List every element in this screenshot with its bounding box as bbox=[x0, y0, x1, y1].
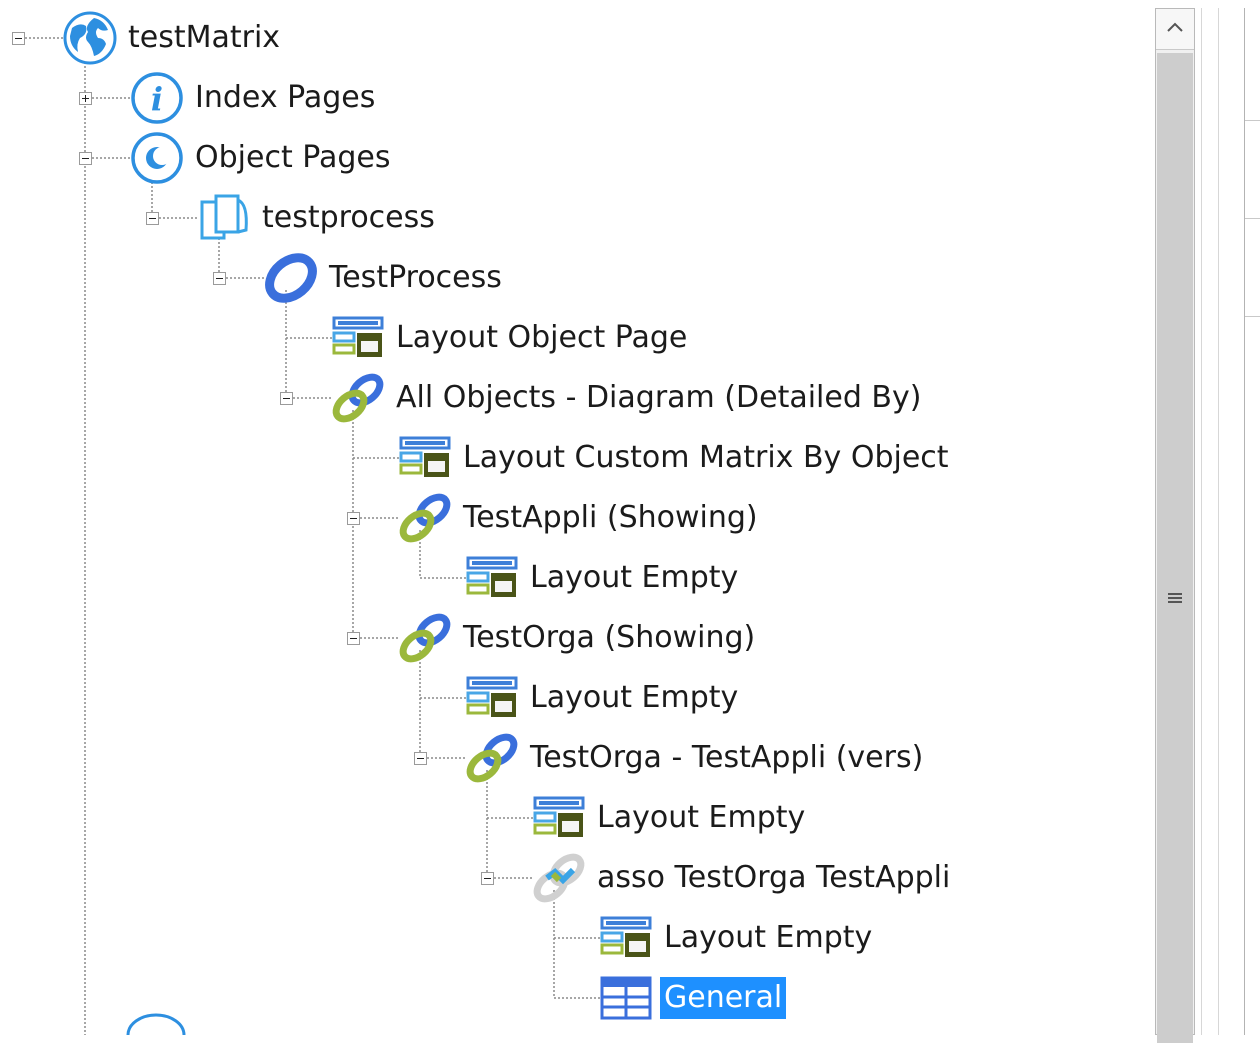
object-pages-icon bbox=[127, 130, 187, 186]
tree-view[interactable]: testMatrix i Index Pages Object Pages testpr… bbox=[0, 0, 1150, 1035]
expand-toggle[interactable] bbox=[79, 92, 92, 105]
tree-node-label[interactable]: TestAppli (Showing) bbox=[459, 497, 762, 539]
tree-node-label[interactable]: Layout Empty bbox=[593, 797, 809, 839]
collapse-toggle[interactable] bbox=[347, 512, 360, 525]
tree-node-label[interactable]: Layout Empty bbox=[526, 557, 742, 599]
scroll-up-button[interactable] bbox=[1156, 9, 1194, 50]
tree-node-label[interactable]: Index Pages bbox=[191, 77, 379, 119]
collapse-toggle[interactable] bbox=[347, 632, 360, 645]
tree-node-testorga-showing[interactable]: TestOrga (Showing) bbox=[0, 610, 1150, 666]
panel-splitter[interactable] bbox=[1201, 8, 1219, 1035]
layout-icon bbox=[395, 430, 455, 486]
collapse-toggle[interactable] bbox=[213, 272, 226, 285]
svg-text:i: i bbox=[151, 80, 163, 118]
ring-icon bbox=[261, 250, 321, 306]
tree-node-layout-empty-2[interactable]: Layout Empty bbox=[0, 670, 1150, 726]
right-panel-divider bbox=[1245, 218, 1260, 219]
globe-icon bbox=[60, 10, 120, 66]
right-panel-divider bbox=[1245, 120, 1260, 121]
right-panel-divider bbox=[1245, 316, 1260, 317]
collapse-toggle[interactable] bbox=[146, 212, 159, 225]
tree-node-label[interactable]: General bbox=[660, 977, 787, 1019]
scroll-thumb[interactable] bbox=[1157, 53, 1193, 1043]
tree-node-label[interactable]: testprocess bbox=[258, 197, 439, 239]
collapse-toggle[interactable] bbox=[414, 752, 427, 765]
layout-icon bbox=[596, 910, 656, 966]
tree-node-layout-object-page[interactable]: Layout Object Page bbox=[0, 310, 1150, 366]
tree-node-index-pages[interactable]: i Index Pages bbox=[0, 70, 1150, 126]
collapse-toggle[interactable] bbox=[12, 32, 25, 45]
layout-icon bbox=[462, 670, 522, 726]
tree-node-testprocess-folder[interactable]: testprocess bbox=[0, 190, 1150, 246]
tree-node-all-objects-diagram[interactable]: All Objects - Diagram (Detailed By) bbox=[0, 370, 1150, 426]
tree-node-label[interactable]: Layout Object Page bbox=[392, 317, 691, 359]
tree-node-testmatrix[interactable]: testMatrix bbox=[0, 10, 1150, 66]
tree-node-testprocess[interactable]: TestProcess bbox=[0, 250, 1150, 306]
link-icon bbox=[462, 730, 522, 786]
link-icon bbox=[395, 490, 455, 546]
grid-icon bbox=[596, 970, 656, 1026]
tree-node-general[interactable]: General bbox=[0, 970, 1150, 1026]
tree-node-testorga-testappli[interactable]: TestOrga - TestAppli (vers) bbox=[0, 730, 1150, 786]
tree-node-layout-empty-3[interactable]: Layout Empty bbox=[0, 790, 1150, 846]
tree-node-layout-custom-matrix[interactable]: Layout Custom Matrix By Object bbox=[0, 430, 1150, 486]
collapse-toggle[interactable] bbox=[79, 152, 92, 165]
link-icon bbox=[328, 370, 388, 426]
tree-node-label[interactable]: Layout Empty bbox=[526, 677, 742, 719]
info-icon: i bbox=[127, 70, 187, 126]
layout-icon bbox=[328, 310, 388, 366]
layout-icon bbox=[529, 790, 589, 846]
tree-node-label[interactable]: testMatrix bbox=[124, 17, 284, 59]
tree-node-label[interactable]: Layout Empty bbox=[660, 917, 876, 959]
tree-node-label[interactable]: TestOrga (Showing) bbox=[459, 617, 759, 659]
tree-node-layout-empty-1[interactable]: Layout Empty bbox=[0, 550, 1150, 606]
tree-node-label[interactable]: TestOrga - TestAppli (vers) bbox=[526, 737, 927, 779]
link-icon bbox=[395, 610, 455, 666]
right-panel bbox=[1244, 8, 1260, 1035]
tree-node-object-pages[interactable]: Object Pages bbox=[0, 130, 1150, 186]
tree-node-label[interactable]: Object Pages bbox=[191, 137, 395, 179]
tree-node-label[interactable]: asso TestOrga TestAppli bbox=[593, 857, 954, 899]
tree-node-asso[interactable]: asso TestOrga TestAppli bbox=[0, 850, 1150, 906]
tree-node-layout-empty-4[interactable]: Layout Empty bbox=[0, 910, 1150, 966]
layout-icon bbox=[462, 550, 522, 606]
chevron-up-icon bbox=[1167, 22, 1183, 32]
vertical-scrollbar[interactable] bbox=[1155, 8, 1195, 1043]
tree-node-label[interactable]: TestProcess bbox=[325, 257, 506, 299]
tree-node-label[interactable]: Layout Custom Matrix By Object bbox=[459, 437, 953, 479]
collapse-toggle[interactable] bbox=[481, 872, 494, 885]
tree-node-label[interactable]: All Objects - Diagram (Detailed By) bbox=[392, 377, 925, 419]
pages-icon bbox=[194, 190, 254, 246]
grip-icon bbox=[1168, 593, 1182, 603]
association-icon bbox=[529, 850, 589, 906]
collapse-toggle[interactable] bbox=[280, 392, 293, 405]
tree-node-testappli-showing[interactable]: TestAppli (Showing) bbox=[0, 490, 1150, 546]
